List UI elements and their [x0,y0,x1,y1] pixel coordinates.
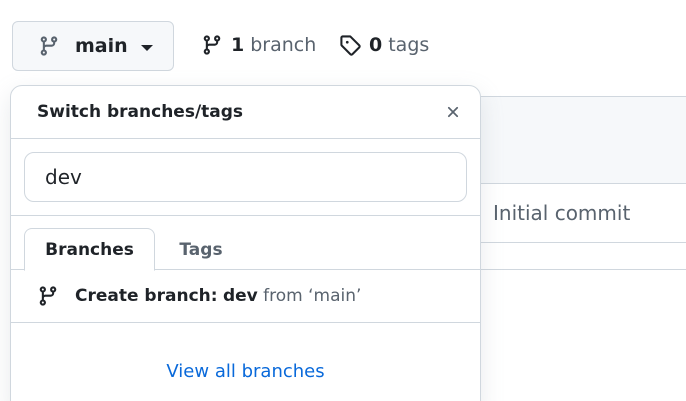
create-branch-name: dev [222,286,258,306]
git-branch-icon [37,285,59,307]
branch-count-label: branch [250,34,317,56]
create-branch-source: from ‘main’ [263,286,362,306]
dropdown-title: Switch branches/tags [37,102,244,122]
branch-switcher-dropdown: Switch branches/tags Branches Tags Creat… [10,85,481,401]
branch-filter-input[interactable] [24,152,467,202]
dropdown-footer: View all branches [11,323,480,401]
close-icon[interactable] [442,101,464,123]
dropdown-tabs: Branches Tags [11,216,480,271]
branch-select-button[interactable]: main [12,21,174,71]
tag-count-label: tags [388,34,430,56]
tags-link[interactable]: 0 tags [339,30,429,60]
tag-count: 0 [369,34,383,56]
create-branch-prefix: Create branch: [75,286,218,306]
caret-down-icon [140,44,153,51]
create-branch-text: Create branch: dev from ‘main’ [75,286,361,306]
tag-icon [339,34,361,56]
tab-tags[interactable]: Tags [161,228,241,271]
current-branch-label: main [75,35,128,57]
commit-message-link[interactable]: Initial commit [493,201,630,225]
git-branch-icon [38,35,60,57]
filter-row [11,139,480,216]
dropdown-header: Switch branches/tags [11,86,480,139]
view-all-branches-link[interactable]: View all branches [166,361,324,382]
git-branch-icon [201,34,223,56]
branch-count: 1 [231,34,245,56]
tab-branches[interactable]: Branches [24,228,155,271]
branches-link[interactable]: 1 branch [201,30,316,60]
create-branch-item[interactable]: Create branch: dev from ‘main’ [11,270,480,323]
